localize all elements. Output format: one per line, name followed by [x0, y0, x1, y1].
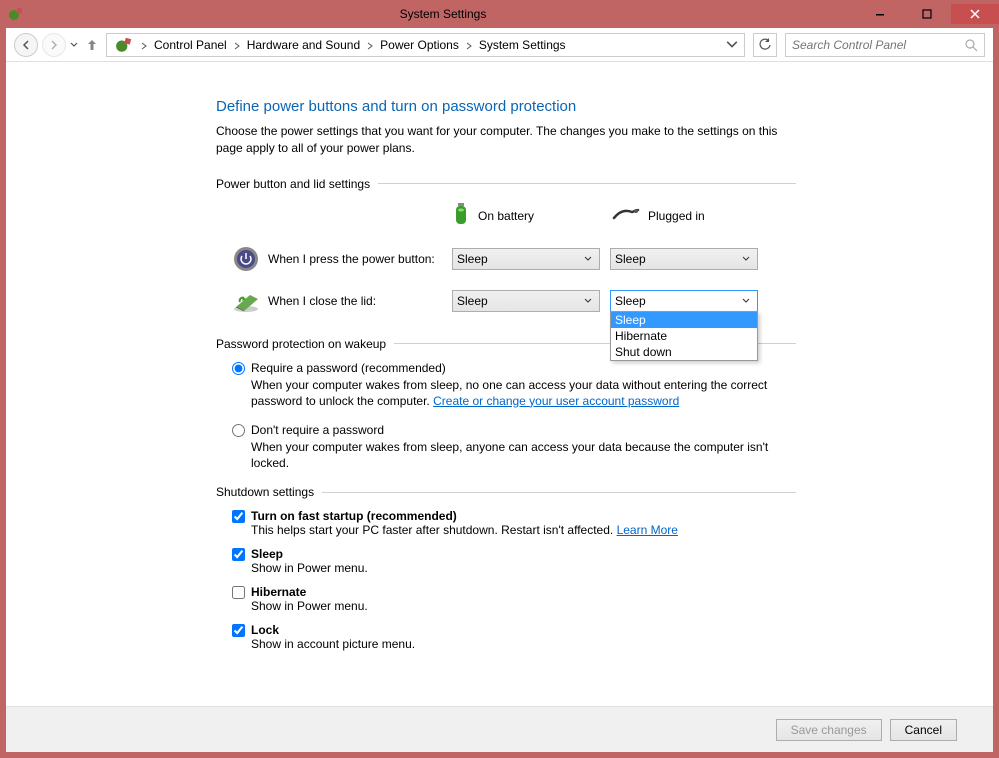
dont-require-password-label: Don't require a password — [251, 423, 384, 437]
client-area: Control Panel Hardware and Sound Power O… — [6, 28, 993, 752]
hibernate-label: Hibernate — [251, 585, 306, 599]
power-button-battery-dropdown[interactable]: Sleep — [452, 248, 600, 270]
chevron-right-icon — [365, 40, 375, 50]
breadcrumb-item[interactable]: Control Panel — [151, 38, 230, 52]
forward-button[interactable] — [42, 33, 66, 57]
learn-more-link[interactable]: Learn More — [617, 523, 678, 537]
cancel-button[interactable]: Cancel — [890, 719, 957, 741]
chevron-down-icon — [739, 297, 753, 305]
power-button-row: When I press the power button: Sleep Sle… — [232, 245, 796, 273]
breadcrumb-item[interactable]: Hardware and Sound — [244, 38, 363, 52]
search-icon — [964, 38, 978, 52]
column-headers: On battery Plugged in — [232, 201, 796, 231]
window-controls — [856, 4, 999, 24]
battery-icon — [452, 202, 470, 229]
app-icon — [8, 6, 24, 22]
breadcrumb[interactable]: Control Panel Hardware and Sound Power O… — [106, 33, 745, 57]
maximize-button[interactable] — [904, 4, 950, 24]
nav-bar: Control Panel Hardware and Sound Power O… — [6, 28, 993, 62]
power-button-label: When I press the power button: — [268, 252, 452, 266]
history-chevron-icon[interactable] — [70, 40, 78, 50]
window-title: System Settings — [30, 7, 856, 21]
hibernate-description: Show in Power menu. — [251, 599, 796, 613]
close-lid-label: When I close the lid: — [268, 294, 452, 308]
breadcrumb-dropdown[interactable] — [724, 37, 740, 53]
chevron-down-icon — [739, 255, 753, 263]
close-lid-plugged-dropdown[interactable]: Sleep Sleep Hibernate Shut down — [610, 290, 758, 312]
fast-startup-description: This helps start your PC faster after sh… — [251, 523, 796, 537]
sleep-description: Show in Power menu. — [251, 561, 796, 575]
minimize-button[interactable] — [857, 4, 903, 24]
lock-description: Show in account picture menu. — [251, 637, 796, 651]
close-lid-battery-dropdown[interactable]: Sleep — [452, 290, 600, 312]
chevron-right-icon — [232, 40, 242, 50]
fast-startup-checkbox[interactable] — [232, 510, 245, 523]
power-options-icon — [115, 36, 133, 54]
close-lid-row: When I close the lid: Sleep Sleep Sleep … — [232, 287, 796, 315]
close-button[interactable] — [951, 4, 999, 24]
require-password-description: When your computer wakes from sleep, no … — [251, 377, 791, 409]
dont-require-password-radio[interactable] — [232, 424, 245, 437]
section-header-shutdown: Shutdown settings — [216, 485, 796, 499]
content-area: Define power buttons and turn on passwor… — [6, 62, 993, 706]
chevron-down-icon — [581, 255, 595, 263]
sleep-checkbox[interactable] — [232, 548, 245, 561]
back-button[interactable] — [14, 33, 38, 57]
up-button[interactable] — [82, 35, 102, 55]
breadcrumb-item[interactable]: System Settings — [476, 38, 569, 52]
require-password-radio[interactable] — [232, 362, 245, 375]
save-changes-button[interactable]: Save changes — [776, 719, 882, 741]
chevron-right-icon — [464, 40, 474, 50]
system-settings-window: System Settings Control Panel Hardware a… — [0, 0, 999, 758]
column-plugged-label: Plugged in — [648, 209, 705, 223]
search-box[interactable] — [785, 33, 985, 57]
lock-label: Lock — [251, 623, 279, 637]
power-button-icon — [232, 245, 260, 273]
dropdown-option-sleep[interactable]: Sleep — [611, 312, 757, 328]
page-subtitle: Choose the power settings that you want … — [216, 123, 796, 157]
hibernate-checkbox[interactable] — [232, 586, 245, 599]
dropdown-option-shutdown[interactable]: Shut down — [611, 344, 757, 360]
refresh-button[interactable] — [753, 33, 777, 57]
search-input[interactable] — [792, 38, 964, 52]
dropdown-option-hibernate[interactable]: Hibernate — [611, 328, 757, 344]
chevron-down-icon — [581, 297, 595, 305]
breadcrumb-item[interactable]: Power Options — [377, 38, 462, 52]
laptop-lid-icon — [232, 287, 260, 315]
create-password-link[interactable]: Create or change your user account passw… — [433, 394, 679, 408]
section-header-power: Power button and lid settings — [216, 177, 796, 191]
dont-require-password-description: When your computer wakes from sleep, any… — [251, 439, 791, 471]
sleep-label: Sleep — [251, 547, 283, 561]
chevron-right-icon — [139, 40, 149, 50]
power-button-plugged-dropdown[interactable]: Sleep — [610, 248, 758, 270]
lock-checkbox[interactable] — [232, 624, 245, 637]
page-title: Define power buttons and turn on passwor… — [216, 98, 796, 115]
plug-icon — [612, 206, 640, 225]
require-password-label: Require a password (recommended) — [251, 361, 446, 375]
dropdown-menu: Sleep Hibernate Shut down — [610, 311, 758, 361]
fast-startup-label: Turn on fast startup (recommended) — [251, 509, 457, 523]
column-battery-label: On battery — [478, 209, 534, 223]
titlebar[interactable]: System Settings — [0, 0, 999, 28]
bottom-bar: Save changes Cancel — [6, 706, 993, 752]
